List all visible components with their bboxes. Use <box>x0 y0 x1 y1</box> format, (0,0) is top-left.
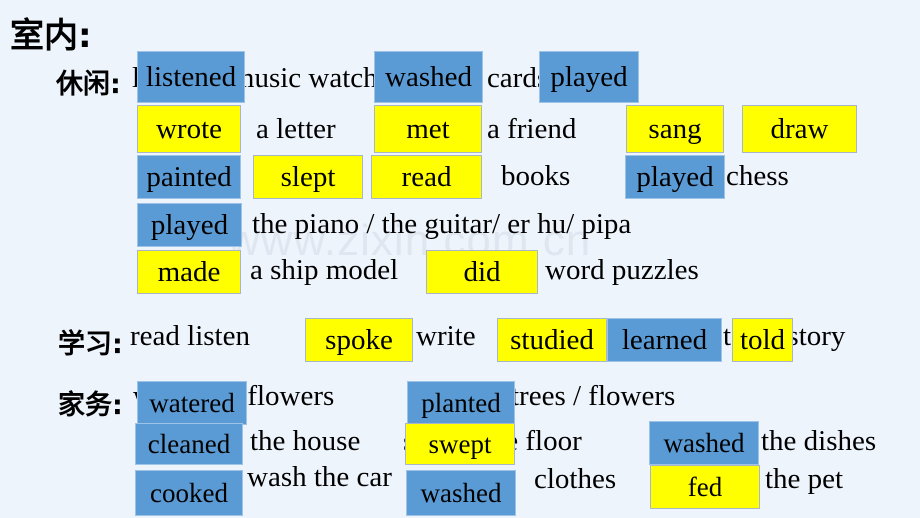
leisure-row3-text-books: books <box>501 160 571 192</box>
box-wrote[interactable]: wrote <box>137 105 241 153</box>
leisure-row2-text-a-letter: a letter <box>256 113 336 145</box>
box-washed-dishes[interactable]: washed <box>649 421 759 465</box>
box-cleaned[interactable]: cleaned <box>135 423 243 465</box>
heading-leisure: 休闲: <box>56 69 121 100</box>
box-did[interactable]: did <box>426 250 538 294</box>
leisure-row5-text-puzzles: word puzzles <box>545 254 699 286</box>
box-spoke[interactable]: spoke <box>305 318 413 362</box>
box-draw[interactable]: draw <box>742 105 857 153</box>
box-listened[interactable]: listened <box>137 51 245 103</box>
box-sang[interactable]: sang <box>626 105 724 153</box>
box-read[interactable]: read <box>371 155 482 199</box>
box-made[interactable]: made <box>137 250 241 294</box>
chores-row3-text-car: wash the car <box>247 461 392 493</box>
study-text-write: write <box>416 320 476 352</box>
box-learned[interactable]: learned <box>607 318 722 362</box>
study-base-text: read listen <box>130 320 250 352</box>
box-planted[interactable]: planted <box>407 381 515 425</box>
box-told[interactable]: told <box>732 318 793 362</box>
box-swept[interactable]: swept <box>405 423 515 465</box>
slide-canvas: www.zixin.com.cn 室内: 休闲: 学习: 家务: listen … <box>0 0 920 518</box>
box-washed-tv[interactable]: washed <box>374 51 483 103</box>
box-played-chess[interactable]: played <box>625 155 725 199</box>
box-played-piano[interactable]: played <box>137 203 242 247</box>
chores-row3-text-clothes: clothes <box>534 463 617 495</box>
chores-row1-text-trees: trees / flowers <box>511 380 676 412</box>
leisure-row3-text-chess: chess <box>726 160 789 192</box>
heading-indoor: 室内: <box>10 16 92 56</box>
leisure-row2-text-a-friend: a friend <box>487 113 577 145</box>
chores-row2-text-house: the house <box>250 425 361 457</box>
box-slept[interactable]: slept <box>253 155 363 199</box>
leisure-row5-text-ship: a ship model <box>250 254 399 286</box>
box-watered[interactable]: watered <box>137 381 247 425</box>
box-played-cards[interactable]: played <box>539 51 639 103</box>
box-fed[interactable]: fed <box>650 465 760 509</box>
box-cooked[interactable]: cooked <box>135 470 243 516</box>
chores-row3-text-pet: the pet <box>765 463 844 495</box>
heading-chores: 家务: <box>58 390 123 421</box>
heading-study: 学习: <box>58 329 123 360</box>
leisure-row4-text: the piano / the guitar/ er hu/ pipa <box>252 208 632 240</box>
chores-row2-text-dishes: the dishes <box>761 425 877 457</box>
box-painted[interactable]: painted <box>137 155 241 199</box>
box-met[interactable]: met <box>374 105 482 153</box>
box-studied[interactable]: studied <box>497 318 607 362</box>
box-washed-clothes[interactable]: washed <box>406 470 516 516</box>
